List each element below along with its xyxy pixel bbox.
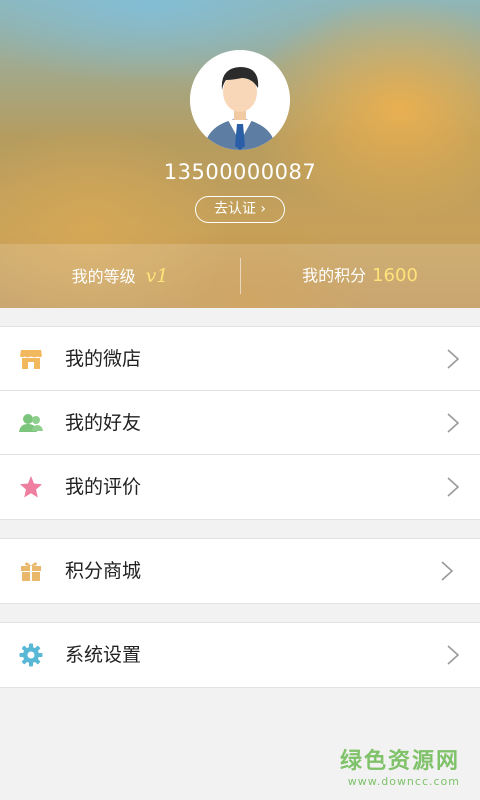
menu-group-main: 我的微店 我的好友 我的评价 <box>0 326 480 520</box>
menu-item-system-settings[interactable]: 系统设置 <box>0 623 480 687</box>
points-stat[interactable]: 我的积分 1600 <box>240 244 480 308</box>
chevron-right-icon <box>446 413 460 433</box>
level-stat[interactable]: 我的等级 v1 <box>0 244 240 308</box>
level-value: v1 <box>145 265 169 287</box>
avatar[interactable] <box>190 50 290 150</box>
menu-item-my-reviews[interactable]: 我的评价 <box>0 455 480 519</box>
gift-icon <box>19 559 43 583</box>
menu-item-label: 系统设置 <box>65 644 142 666</box>
stats-bar: 我的等级 v1 我的积分 1600 <box>0 244 480 308</box>
watermark-url: www.downcc.com <box>347 775 460 788</box>
chevron-right-icon <box>446 349 460 369</box>
points-value: 1600 <box>372 265 418 286</box>
menu-item-my-friends[interactable]: 我的好友 <box>0 391 480 455</box>
shop-icon <box>19 347 43 371</box>
watermark: 绿色资源网 www.downcc.com <box>340 743 460 788</box>
chevron-right-icon <box>446 645 460 665</box>
menu-group-settings: 系统设置 <box>0 622 480 688</box>
verify-button[interactable]: 去认证 › <box>195 196 285 223</box>
watermark-title: 绿色资源网 <box>339 749 460 774</box>
friends-icon <box>19 411 43 435</box>
chevron-right-icon <box>446 477 460 497</box>
menu-item-label: 积分商城 <box>65 560 142 582</box>
menu-item-label: 我的好友 <box>65 412 142 434</box>
menu-item-label: 我的微店 <box>65 348 142 370</box>
level-label: 我的等级 <box>71 267 136 286</box>
menu-group-points: 积分商城 <box>0 538 480 604</box>
points-label: 我的积分 <box>302 266 367 285</box>
gear-icon <box>19 643 43 667</box>
menu-item-label: 我的评价 <box>65 476 142 498</box>
menu-item-points-mall[interactable]: 积分商城 <box>0 539 480 603</box>
menu-item-my-shop[interactable]: 我的微店 <box>0 327 480 391</box>
profile-header: 13500000087 去认证 › 我的等级 v1 我的积分 1600 <box>0 0 480 308</box>
chevron-right-icon <box>440 561 454 581</box>
star-icon <box>19 475 43 499</box>
phone-number: 13500000087 <box>163 160 317 184</box>
avatar-image <box>190 50 290 150</box>
